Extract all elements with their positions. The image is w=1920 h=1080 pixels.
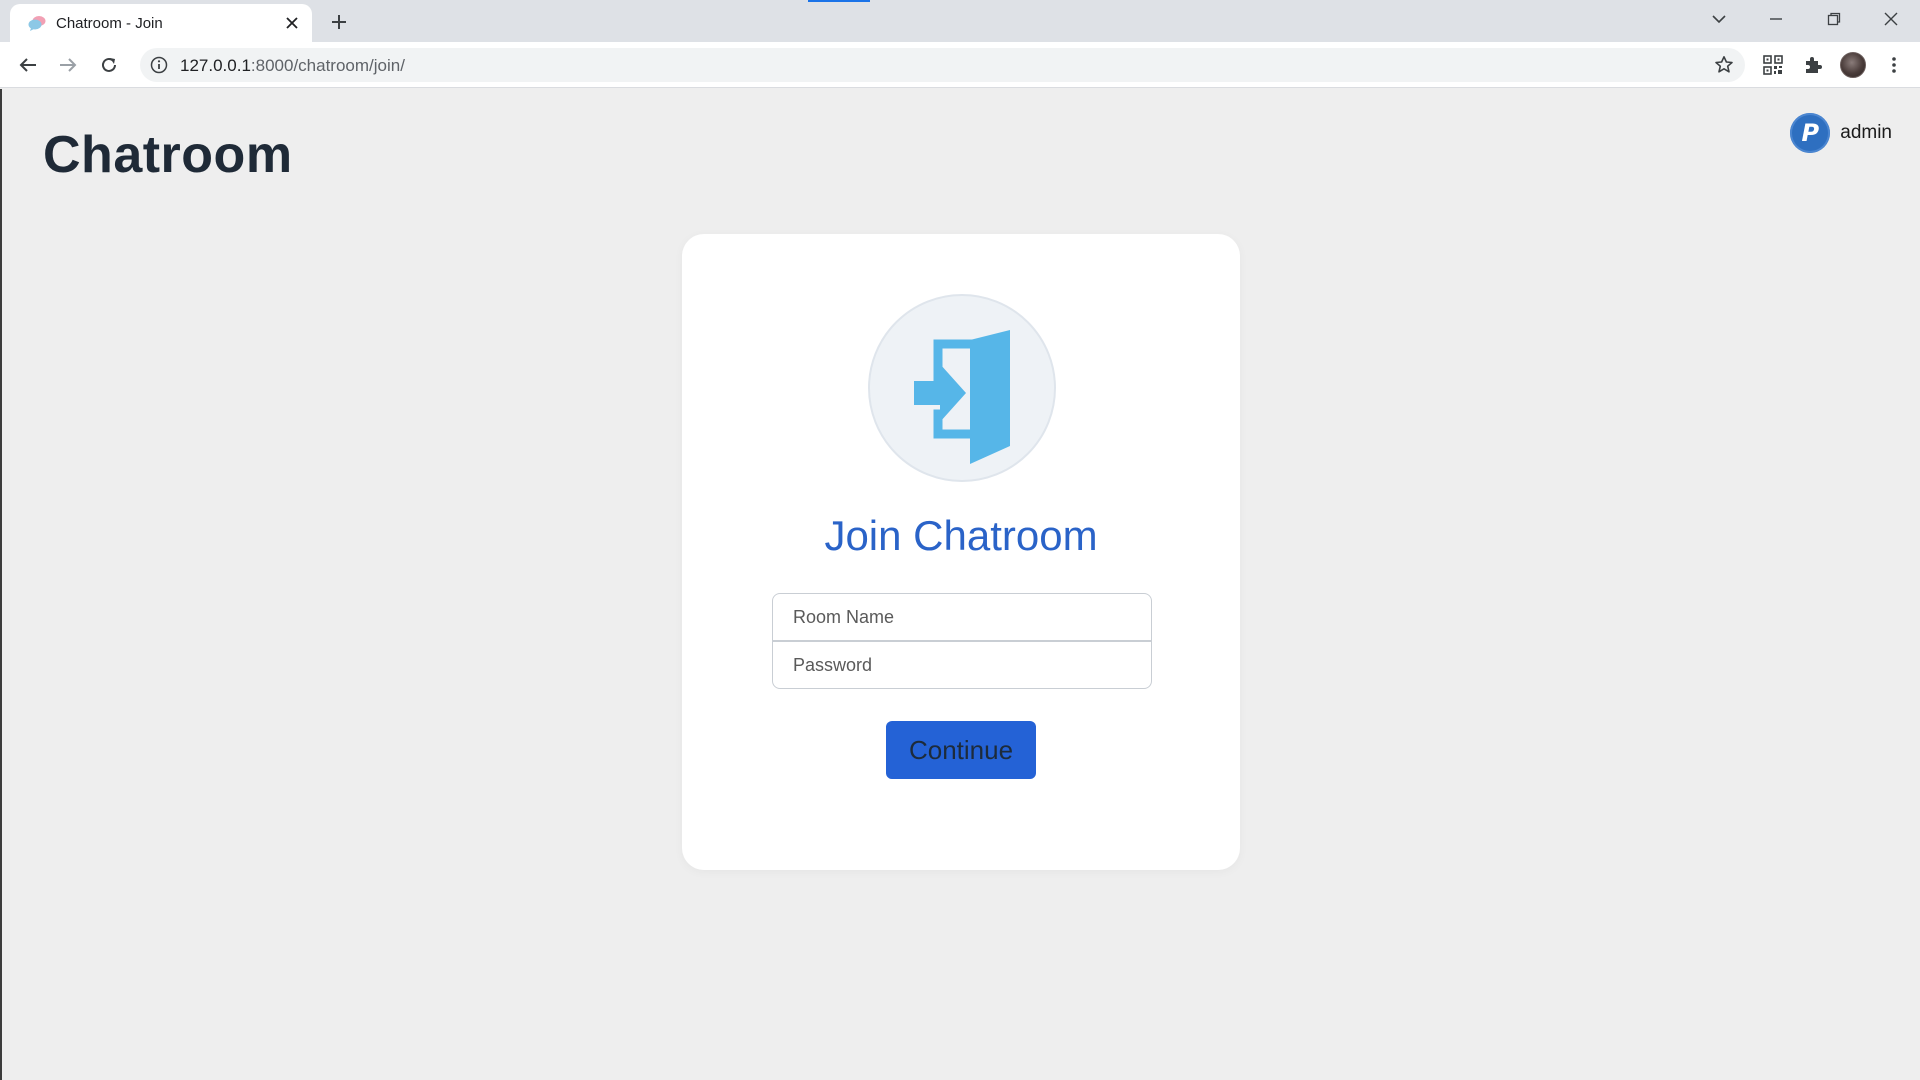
room-name-input[interactable] (772, 593, 1152, 641)
window-edge-divider (0, 89, 2, 1080)
browser-toolbar: 127.0.0.1:8000/chatroom/join/ (0, 42, 1920, 88)
browser-tab-active[interactable]: Chatroom - Join (10, 4, 312, 42)
user-menu[interactable]: P admin (1790, 113, 1892, 153)
close-tab-icon[interactable] (282, 13, 302, 33)
door-enter-icon (868, 294, 1056, 482)
join-chatroom-card: Join Chatroom Continue (682, 234, 1240, 870)
tab-strip-indicator (808, 0, 870, 2)
site-title[interactable]: Chatroom (43, 125, 293, 185)
restore-window-icon[interactable] (1817, 6, 1851, 32)
browser-tab-strip: Chatroom - Join (0, 0, 1920, 42)
back-arrow-icon[interactable] (14, 51, 42, 79)
reload-icon[interactable] (95, 51, 123, 79)
extensions-puzzle-icon[interactable] (1799, 51, 1827, 79)
continue-button[interactable]: Continue (886, 721, 1036, 779)
join-chatroom-heading: Join Chatroom (824, 512, 1098, 559)
password-input[interactable] (772, 641, 1152, 689)
address-bar[interactable]: 127.0.0.1:8000/chatroom/join/ (140, 48, 1745, 82)
bookmark-star-icon[interactable] (1713, 54, 1735, 76)
chat-bubbles-favicon-icon (28, 15, 46, 31)
profile-photo (1840, 52, 1866, 78)
tab-search-chevron-down-icon[interactable] (1702, 6, 1736, 32)
url-host: 127.0.0.1 (180, 56, 251, 75)
close-window-icon[interactable] (1874, 6, 1908, 32)
user-name[interactable]: admin (1840, 122, 1892, 144)
page-viewport: Chatroom P admin Join Chatroom Continue (0, 89, 1920, 1080)
profile-avatar[interactable] (1839, 51, 1867, 79)
url-path: :8000/chatroom/join/ (250, 56, 405, 75)
qr-code-icon[interactable] (1759, 51, 1787, 79)
new-tab-plus-icon[interactable] (326, 9, 352, 35)
forward-arrow-icon[interactable] (54, 51, 82, 79)
site-info-icon[interactable] (150, 56, 168, 74)
minimize-window-icon[interactable] (1759, 6, 1793, 32)
user-avatar-initial: P (1801, 119, 1820, 147)
user-avatar[interactable]: P (1790, 113, 1831, 153)
tab-title: Chatroom - Join (56, 15, 163, 32)
url-text: 127.0.0.1:8000/chatroom/join/ (180, 56, 405, 76)
browser-menu-kebab-icon[interactable] (1880, 51, 1908, 79)
